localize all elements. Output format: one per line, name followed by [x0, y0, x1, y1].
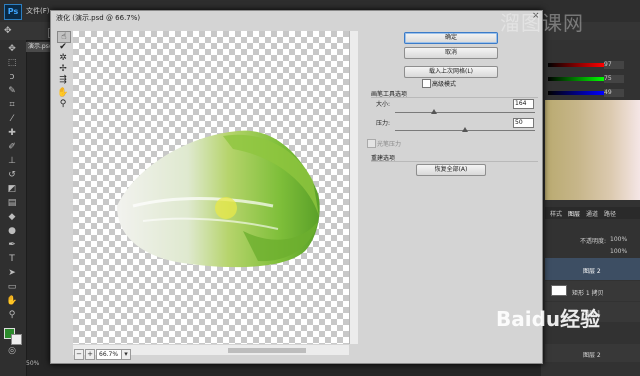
- brush-cursor: [215, 197, 237, 219]
- section-divider: [371, 161, 538, 162]
- baidu-watermark: Baidu经验: [496, 300, 636, 346]
- history-brush-icon[interactable]: ↺: [6, 170, 18, 180]
- zoom-level-field[interactable]: 66.7%: [96, 349, 122, 360]
- tab-paths[interactable]: 路径: [604, 209, 616, 218]
- reconstruct-icon[interactable]: ✔: [57, 42, 69, 52]
- dodge-icon[interactable]: ●: [6, 226, 18, 236]
- baidu-watermark-graphic: Baidu经验: [496, 307, 600, 331]
- color-value-g[interactable]: 75: [604, 75, 624, 83]
- fill-value[interactable]: 100%: [610, 248, 627, 255]
- hand-icon[interactable]: ✋: [57, 88, 69, 98]
- opacity-value[interactable]: 100%: [610, 236, 627, 243]
- vertical-scrollbar[interactable]: [349, 31, 358, 344]
- zoom-icon[interactable]: ⚲: [57, 99, 69, 109]
- path-select-icon[interactable]: ➤: [6, 268, 18, 278]
- pressure-slider-knob[interactable]: [462, 127, 468, 132]
- size-label: 大小:: [376, 101, 391, 108]
- gradient-icon[interactable]: ▤: [6, 198, 18, 208]
- restore-all-button[interactable]: 恢复全部(A): [416, 164, 486, 176]
- crop-icon[interactable]: ⌗: [6, 100, 18, 110]
- pressure-label: 压力:: [376, 120, 391, 127]
- load-last-mesh-button[interactable]: 载入上次网格(L): [404, 66, 498, 78]
- advanced-mode-label: 高级模式: [432, 81, 457, 88]
- healing-icon[interactable]: ✚: [6, 128, 18, 138]
- watermark-top-graphic: 溜图课网: [500, 11, 584, 35]
- svg-text:Baidu经验: Baidu经验: [496, 307, 600, 331]
- background-color-swatch[interactable]: [11, 334, 22, 345]
- watermark-logo: 溜图课网: [500, 8, 610, 42]
- color-value-r[interactable]: 97: [604, 61, 624, 69]
- move-tool-icon[interactable]: ✥: [4, 26, 12, 36]
- ok-button[interactable]: 确定: [404, 32, 498, 44]
- brush-icon[interactable]: ✐: [6, 142, 18, 152]
- shape-icon[interactable]: ▭: [6, 282, 18, 292]
- color-slider-green[interactable]: [548, 77, 604, 81]
- svg-text:溜图课网: 溜图课网: [500, 11, 584, 35]
- layer-name[interactable]: 图层 2: [583, 350, 601, 359]
- eraser-icon[interactable]: ◩: [6, 184, 18, 194]
- zoom-dropdown-icon[interactable]: ▾: [121, 349, 131, 360]
- layer-thumbnail: [551, 285, 567, 296]
- marquee-icon[interactable]: ⬚: [6, 58, 18, 68]
- dialog-title: 液化 (演示.psd @ 66.7%): [56, 14, 141, 22]
- cancel-button[interactable]: 取消: [404, 47, 498, 59]
- stylus-pressure-checkbox[interactable]: [367, 139, 376, 148]
- size-slider-knob[interactable]: [431, 109, 438, 114]
- zoom-in-button[interactable]: +: [85, 349, 95, 360]
- size-slider[interactable]: [395, 112, 535, 113]
- lasso-icon[interactable]: ↄ: [6, 72, 18, 82]
- cabbage-image: [117, 130, 320, 268]
- section-divider: [371, 97, 538, 98]
- opacity-label: 不透明度:: [580, 238, 607, 245]
- layer-name[interactable]: 矩形 1 拷贝: [572, 288, 604, 297]
- color-slider-blue[interactable]: [548, 91, 604, 95]
- layer-name[interactable]: 图层 2: [583, 266, 601, 275]
- pucker-icon[interactable]: ✲: [57, 53, 69, 63]
- stamp-icon[interactable]: ⊥: [6, 156, 18, 166]
- stylus-pressure-label: 光笔压力: [377, 141, 402, 148]
- size-input[interactable]: 164: [513, 99, 534, 109]
- color-value-b[interactable]: 49: [604, 89, 624, 97]
- color-slider-red[interactable]: [548, 63, 604, 67]
- zoom-out-button[interactable]: −: [74, 349, 84, 360]
- hand-tool-icon[interactable]: ✋: [6, 296, 18, 306]
- push-left-icon[interactable]: ⇶: [57, 75, 69, 85]
- tab-layers[interactable]: 图层: [568, 209, 580, 218]
- scroll-thumb[interactable]: [228, 348, 306, 353]
- menu-file[interactable]: 文件(F): [26, 6, 50, 16]
- photoshop-logo: Ps: [4, 4, 22, 20]
- move-icon[interactable]: ✥: [6, 44, 18, 54]
- eyedropper-icon[interactable]: ⁄: [6, 114, 18, 124]
- swatches-gradient[interactable]: [545, 100, 640, 200]
- pen-icon[interactable]: ✒: [6, 240, 18, 250]
- type-icon[interactable]: T: [6, 254, 18, 264]
- tab-styles[interactable]: 样式: [550, 209, 562, 218]
- tab-channels[interactable]: 通道: [586, 209, 598, 218]
- quick-select-icon[interactable]: ✎: [6, 86, 18, 96]
- pressure-input[interactable]: 50: [513, 118, 534, 128]
- zoom-tool-icon[interactable]: ⚲: [6, 310, 18, 320]
- quick-mask-icon[interactable]: ◎: [6, 346, 18, 356]
- bloat-icon[interactable]: ✢: [57, 64, 69, 74]
- advanced-mode-checkbox[interactable]: [422, 79, 431, 88]
- blur-icon[interactable]: ◆: [6, 212, 18, 222]
